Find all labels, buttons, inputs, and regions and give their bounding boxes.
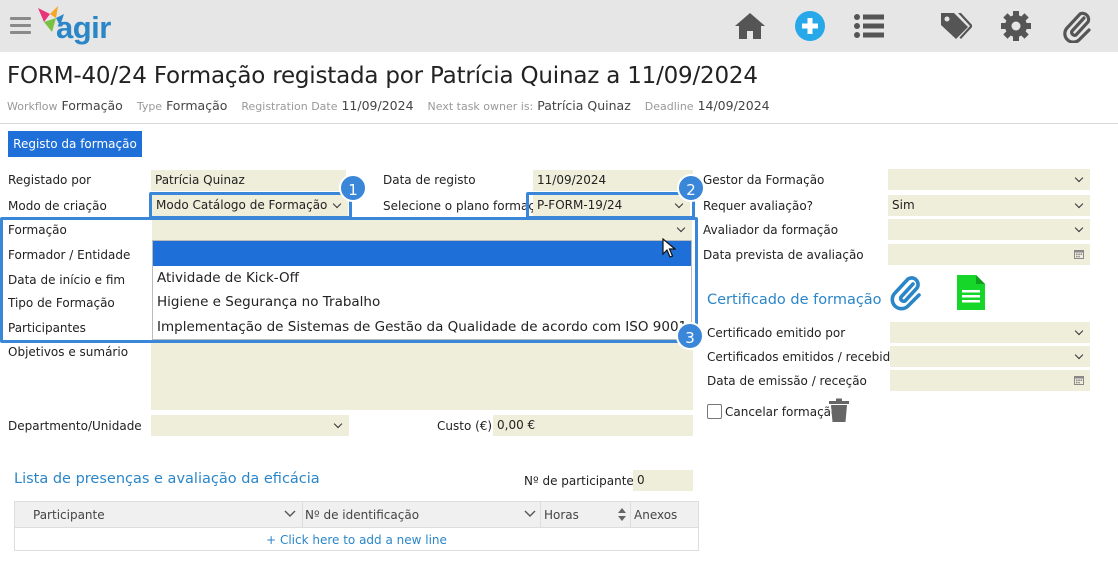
col-participante[interactable]: Participante xyxy=(33,508,105,522)
highlight-plano-formacao xyxy=(526,192,695,219)
paperclip-icon[interactable] xyxy=(1060,9,1094,43)
column-separator xyxy=(630,502,631,528)
calendar-icon[interactable] xyxy=(1074,375,1084,385)
custo-label: Custo (€) xyxy=(437,419,493,433)
list-icon[interactable] xyxy=(852,9,886,43)
trash-icon[interactable] xyxy=(828,398,850,423)
emitido-por-label: Certificado emitido por xyxy=(707,326,846,340)
data-prevista-label: Data prevista de avaliação xyxy=(703,248,864,262)
column-separator xyxy=(302,502,303,528)
cancelar-checkbox[interactable] xyxy=(707,404,722,419)
home-icon[interactable] xyxy=(733,9,767,43)
top-bar: agir xyxy=(0,0,1118,52)
registado-por-label: Registado por xyxy=(8,173,92,187)
calendar-icon[interactable] xyxy=(1074,249,1084,259)
presencas-title: Lista de presenças e avaliação da eficác… xyxy=(14,471,320,487)
dropdown-option[interactable]: Atividade de Kick-Off xyxy=(153,266,691,291)
plano-formacao-label: Selecione o plano formação xyxy=(383,199,550,213)
chevron-down-icon[interactable] xyxy=(524,510,536,518)
registado-por-field: Patrícia Quinaz xyxy=(151,170,346,191)
presencas-grid: Participante Nº de identificação Horas A… xyxy=(14,501,699,551)
objetivos-textarea[interactable] xyxy=(151,342,693,410)
meta-key: Workflow xyxy=(7,100,58,113)
chevron-down-icon[interactable] xyxy=(284,510,296,518)
step-badge: 3 xyxy=(676,322,704,350)
sort-icon[interactable] xyxy=(618,508,626,521)
menu-icon[interactable] xyxy=(10,17,31,35)
departamento-label: Departmento/Unidade xyxy=(8,419,142,433)
add-icon[interactable] xyxy=(793,9,827,43)
tags-icon[interactable] xyxy=(938,9,972,43)
grid-header: Participante Nº de identificação Horas A… xyxy=(15,502,698,528)
divider xyxy=(0,123,1118,124)
meta-value: 14/09/2024 xyxy=(697,98,770,113)
meta-key: Type xyxy=(136,100,163,113)
meta-value: Formação xyxy=(166,98,228,113)
cancelar-label: Cancelar formação xyxy=(725,405,839,419)
emitido-por-select[interactable] xyxy=(890,322,1090,343)
num-participantes-field: 0 xyxy=(633,470,693,491)
col-identificacao[interactable]: Nº de identificação xyxy=(305,508,419,522)
dropdown-option[interactable] xyxy=(153,241,691,266)
gestor-select[interactable] xyxy=(888,169,1090,190)
meta-value: Formação xyxy=(61,98,123,113)
dropdown-option[interactable]: Implementação de Sistemas de Gestão da Q… xyxy=(153,315,691,340)
col-anexos[interactable]: Anexos xyxy=(634,508,677,522)
column-separator xyxy=(540,502,541,528)
data-registo-label: Data de registo xyxy=(383,173,476,187)
formacao-dropdown-list[interactable]: Atividade de Kick-Off Higiene e Seguranç… xyxy=(152,240,692,340)
data-prevista-field[interactable] xyxy=(888,244,1090,265)
gestor-label: Gestor da Formação xyxy=(703,173,825,187)
highlight-modo-criacao xyxy=(149,192,352,219)
col-horas[interactable]: Horas xyxy=(544,508,579,522)
document-icon[interactable] xyxy=(956,274,986,311)
meta-value: Patrícia Quinaz xyxy=(537,98,631,113)
add-line-link[interactable]: + Click here to add a new line xyxy=(15,533,698,547)
step-badge: 2 xyxy=(677,174,705,202)
meta-key: Deadline xyxy=(644,100,694,113)
attach-certificate-icon[interactable] xyxy=(888,274,924,312)
modo-criacao-label: Modo de criação xyxy=(8,199,107,213)
workflow-meta: Workflow Formação Type Formação Registra… xyxy=(7,98,780,113)
departamento-select[interactable] xyxy=(151,415,349,436)
requer-avaliacao-select[interactable]: Sim xyxy=(888,195,1090,216)
data-registo-field: 11/09/2024 xyxy=(533,170,693,191)
certificado-title: Certificado de formação xyxy=(707,292,882,308)
emitidos-recebidos-label: Certificados emitidos / recebidos? xyxy=(707,350,911,364)
meta-key: Registration Date xyxy=(241,100,338,113)
registo-formacao-button[interactable]: Registo da formação xyxy=(8,131,142,157)
gear-icon[interactable] xyxy=(999,9,1033,43)
data-emissao-field[interactable] xyxy=(890,370,1090,391)
logo-text: agir xyxy=(56,10,111,45)
mouse-cursor-icon xyxy=(662,238,676,258)
dropdown-option[interactable]: Higiene e Segurança no Trabalho xyxy=(153,290,691,315)
step-badge: 1 xyxy=(339,174,367,202)
meta-key: Next task owner is: xyxy=(427,100,534,113)
avaliador-label: Avaliador da formação xyxy=(703,223,839,237)
meta-value: 11/09/2024 xyxy=(341,98,414,113)
requer-avaliacao-label: Requer avaliação? xyxy=(703,199,814,213)
custo-field[interactable]: 0,00 € xyxy=(493,415,693,436)
objetivos-label: Objetivos e sumário xyxy=(8,345,129,359)
emitidos-recebidos-select[interactable] xyxy=(890,346,1090,367)
num-participantes-label: Nº de participantes xyxy=(524,474,641,488)
avaliador-select[interactable] xyxy=(888,219,1090,240)
data-emissao-label: Data de emissão / receção xyxy=(707,374,867,388)
page-title: FORM-40/24 Formação registada por Patríc… xyxy=(7,63,758,89)
